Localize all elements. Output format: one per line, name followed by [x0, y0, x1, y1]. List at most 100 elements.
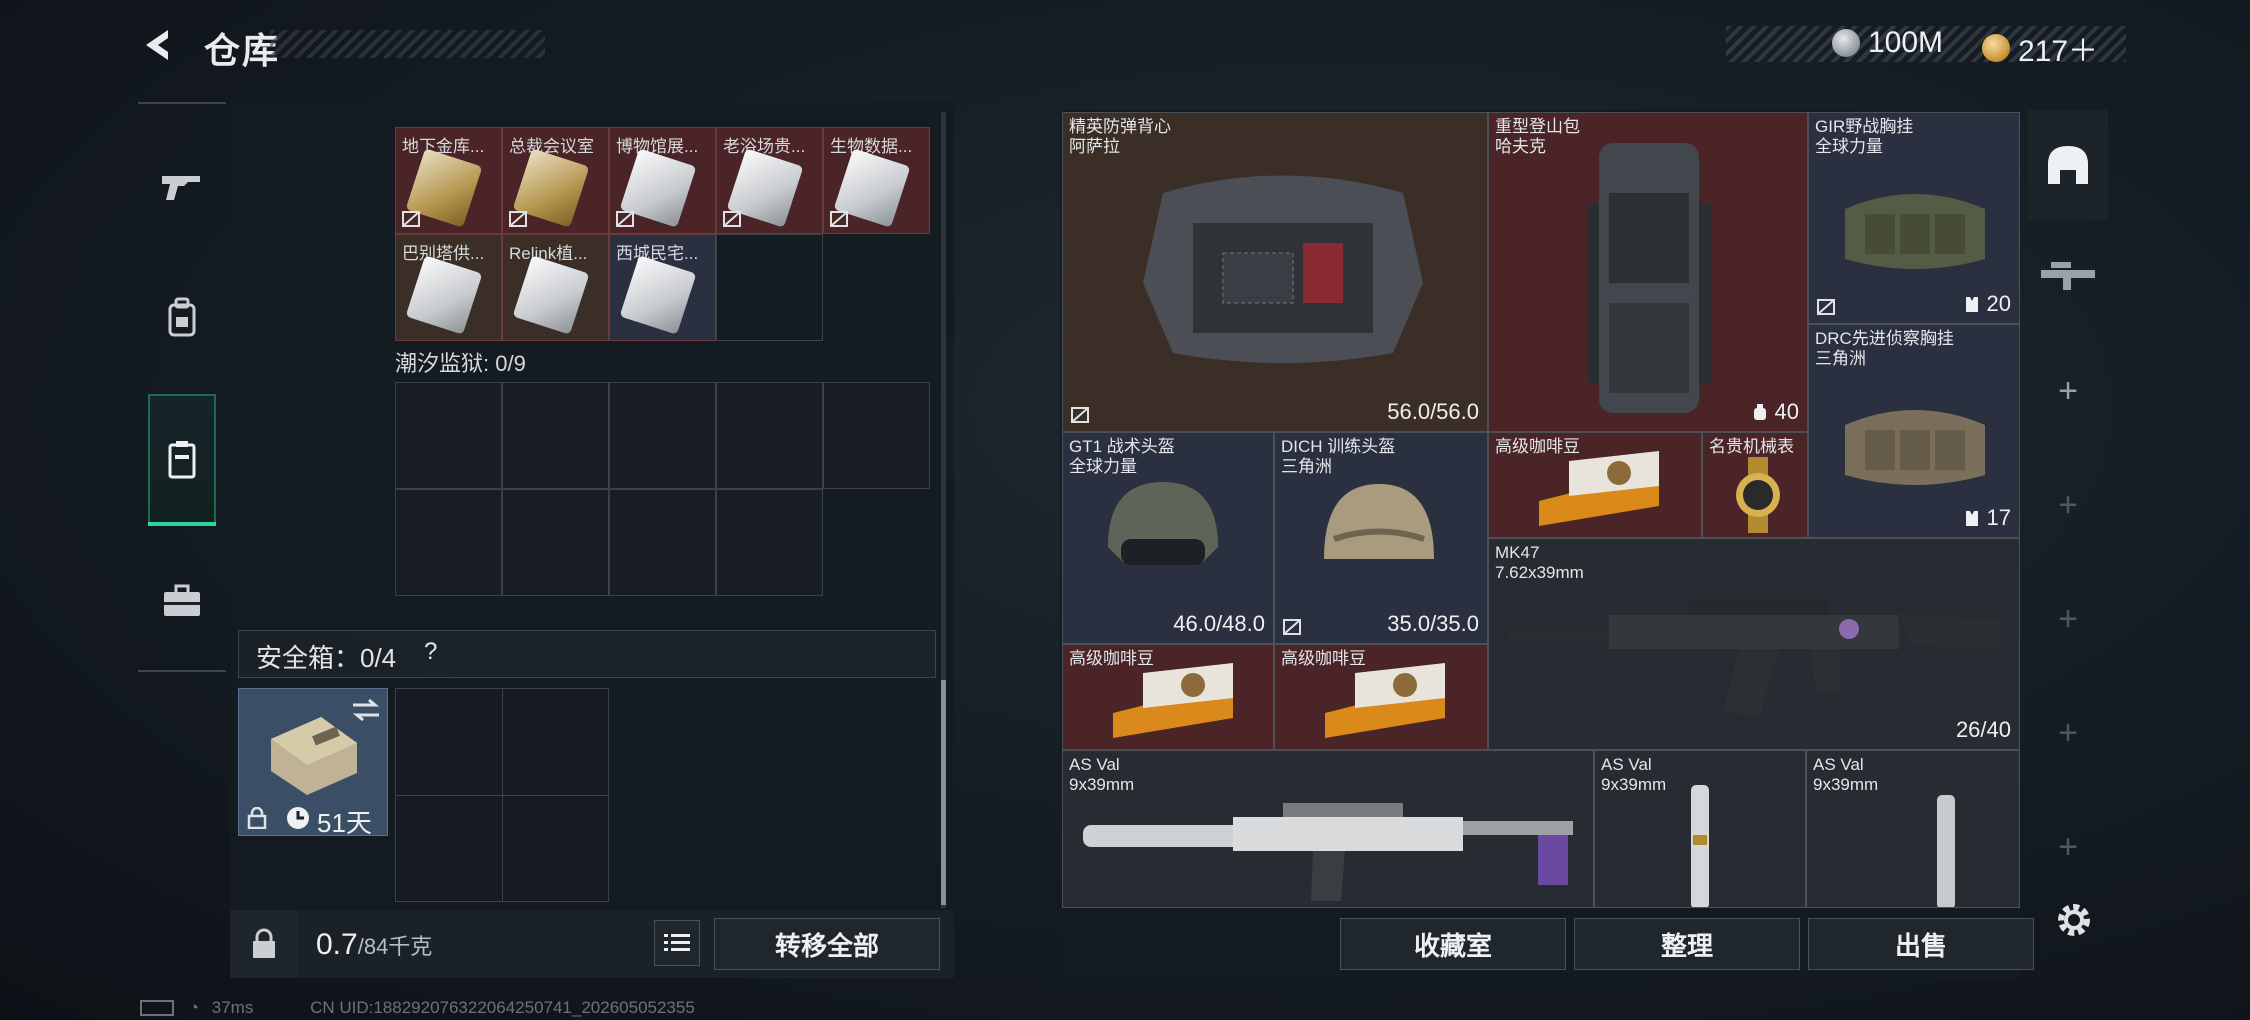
filter-slot-add[interactable]: +: [2028, 336, 2108, 446]
plus-icon: +: [2058, 827, 2078, 866]
item-luxury-watch[interactable]: 名贵机械表: [1702, 432, 1808, 538]
keycard-item[interactable]: 西城民宅...: [609, 234, 716, 341]
item-dich-helmet[interactable]: DICH 训练头盔 三角洲 35.0/35.0: [1274, 432, 1488, 644]
item-as-val-suppressor[interactable]: AS Val 9x39mm: [1806, 750, 2020, 908]
transfer-all-button[interactable]: 转移全部: [714, 918, 940, 970]
vest-capacity-icon: [1966, 297, 1979, 312]
title-decoration: [270, 30, 545, 58]
backpack-image: [1587, 143, 1711, 413]
empty-slot[interactable]: [609, 489, 716, 596]
nav-backpacks[interactable]: [138, 252, 226, 382]
swap-icon[interactable]: [351, 697, 381, 723]
back-arrow-icon: [146, 30, 168, 60]
item-coffee-beans[interactable]: 高级咖啡豆: [1062, 644, 1274, 750]
sort-button[interactable]: 整理: [1574, 918, 1800, 970]
item-ammo: 26/40: [1955, 717, 2011, 742]
keycard-item[interactable]: Relink植...: [502, 234, 609, 341]
item-drc-chest-rig[interactable]: DRC先进侦察胸挂 三角洲 17: [1808, 324, 2020, 538]
suppressor-image: [1937, 795, 1955, 907]
item-as-val-suppressor[interactable]: AS Val 9x39mm: [1594, 750, 1806, 908]
item-as-val-rifle[interactable]: AS Val 9x39mm: [1062, 750, 1594, 908]
empty-slot[interactable]: [502, 489, 609, 596]
keycard-label: 总裁会议室: [509, 137, 594, 156]
no-insure-icon: [1071, 407, 1089, 423]
no-insure-icon: [616, 211, 634, 227]
coffee-bag-image: [1539, 451, 1659, 526]
ping-text: 37ms: [211, 998, 254, 1017]
filter-helmet[interactable]: [2028, 110, 2108, 220]
backpack-icon: [168, 297, 196, 337]
lock-toggle-button[interactable]: [230, 910, 298, 978]
empty-slot[interactable]: [823, 382, 930, 489]
empty-slot[interactable]: [502, 382, 609, 489]
clock-icon: [287, 807, 309, 829]
sell-button[interactable]: 出售: [1808, 918, 2034, 970]
keycard-image: [512, 255, 590, 335]
weight-max: /84千克: [357, 934, 433, 959]
keycard-item[interactable]: 老浴场贵...: [716, 127, 823, 234]
safe-box-item[interactable]: 51天: [238, 688, 388, 838]
uid-text: CN UID:188292076322064250741_20260505235…: [310, 998, 695, 1017]
safe-box-case-icon: [271, 717, 357, 795]
currency-silver[interactable]: 100M: [1832, 26, 1943, 60]
right-filter-nav: + + + + +: [2028, 110, 2108, 910]
safe-box-duration: 51天: [317, 808, 372, 838]
safe-box-slots[interactable]: [395, 688, 609, 902]
rifle-image: [1509, 601, 1999, 719]
item-mk47-rifle[interactable]: MK47 7.62x39mm 26/40: [1488, 538, 2020, 750]
empty-slot[interactable]: [716, 382, 823, 489]
filter-slot-add[interactable]: +: [2028, 792, 2108, 902]
back-button[interactable]: [138, 24, 180, 66]
empty-slot[interactable]: [716, 234, 823, 341]
item-name: AS Val 9x39mm: [1813, 755, 1879, 794]
item-coffee-beans[interactable]: 高级咖啡豆: [1488, 432, 1702, 538]
no-insure-icon: [509, 211, 527, 227]
help-icon[interactable]: ?: [424, 638, 437, 666]
nav-weapons[interactable]: [138, 122, 226, 252]
item-coffee-beans[interactable]: 高级咖啡豆: [1274, 644, 1488, 750]
keycard-item[interactable]: 生物数据...: [823, 127, 930, 234]
keycard-image: [405, 255, 483, 335]
list-view-button[interactable]: [654, 920, 700, 966]
item-heavy-backpack[interactable]: 重型登山包 哈夫克 40: [1488, 112, 1808, 432]
no-insure-icon: [1283, 619, 1301, 635]
plus-icon: +: [2058, 371, 2078, 410]
item-capacity: 17: [1964, 505, 2011, 531]
filter-slot-add[interactable]: +: [2028, 678, 2108, 788]
keycard-item[interactable]: 巴别塔供...: [395, 234, 502, 341]
item-gir-chest-rig[interactable]: GIR野战胸挂 全球力量 20: [1808, 112, 2020, 324]
keycard-item[interactable]: 地下金库...: [395, 127, 502, 234]
item-name: 名贵机械表: [1709, 437, 1794, 456]
currency-gold[interactable]: 217＋: [1982, 26, 2098, 70]
item-durability: 46.0/48.0: [1173, 611, 1265, 636]
filter-slot-add[interactable]: +: [2028, 450, 2108, 560]
item-capacity: 20: [1964, 291, 2011, 317]
empty-slot[interactable]: [395, 489, 502, 596]
keycard-image: [619, 255, 697, 335]
chest-rig-image: [1845, 194, 1985, 269]
item-name: MK47 7.62x39mm: [1495, 543, 1584, 582]
filter-slot-add[interactable]: +: [2028, 564, 2108, 674]
empty-slot[interactable]: [395, 382, 502, 489]
settings-button[interactable]: [2054, 900, 2094, 940]
empty-slot[interactable]: [609, 382, 716, 489]
wifi-icon: ◔: [188, 998, 200, 1017]
collection-room-button[interactable]: 收藏室: [1340, 918, 1566, 970]
helmet-image: [1108, 482, 1218, 565]
silver-coin-icon: [1832, 29, 1860, 57]
nav-equipment[interactable]: [138, 536, 226, 666]
watch-image: [1736, 457, 1780, 533]
briefcase-icon: [164, 584, 200, 616]
item-elite-vest[interactable]: 精英防弹背心 阿萨拉 56.0/56.0: [1062, 112, 1488, 432]
empty-slot[interactable]: [716, 489, 823, 596]
vest-image: [1143, 175, 1423, 363]
nav-storage[interactable]: [148, 394, 216, 526]
lock-icon: [247, 807, 267, 829]
vest-capacity-icon: [1966, 511, 1979, 526]
filter-rifle[interactable]: [2028, 220, 2108, 330]
item-gt1-helmet[interactable]: GT1 战术头盔 全球力量 46.0/48.0: [1062, 432, 1274, 644]
scrollbar-thumb[interactable]: [941, 680, 946, 905]
plus-icon: +: [2058, 599, 2078, 638]
keycard-item[interactable]: 博物馆展...: [609, 127, 716, 234]
keycard-item[interactable]: 总裁会议室: [502, 127, 609, 234]
